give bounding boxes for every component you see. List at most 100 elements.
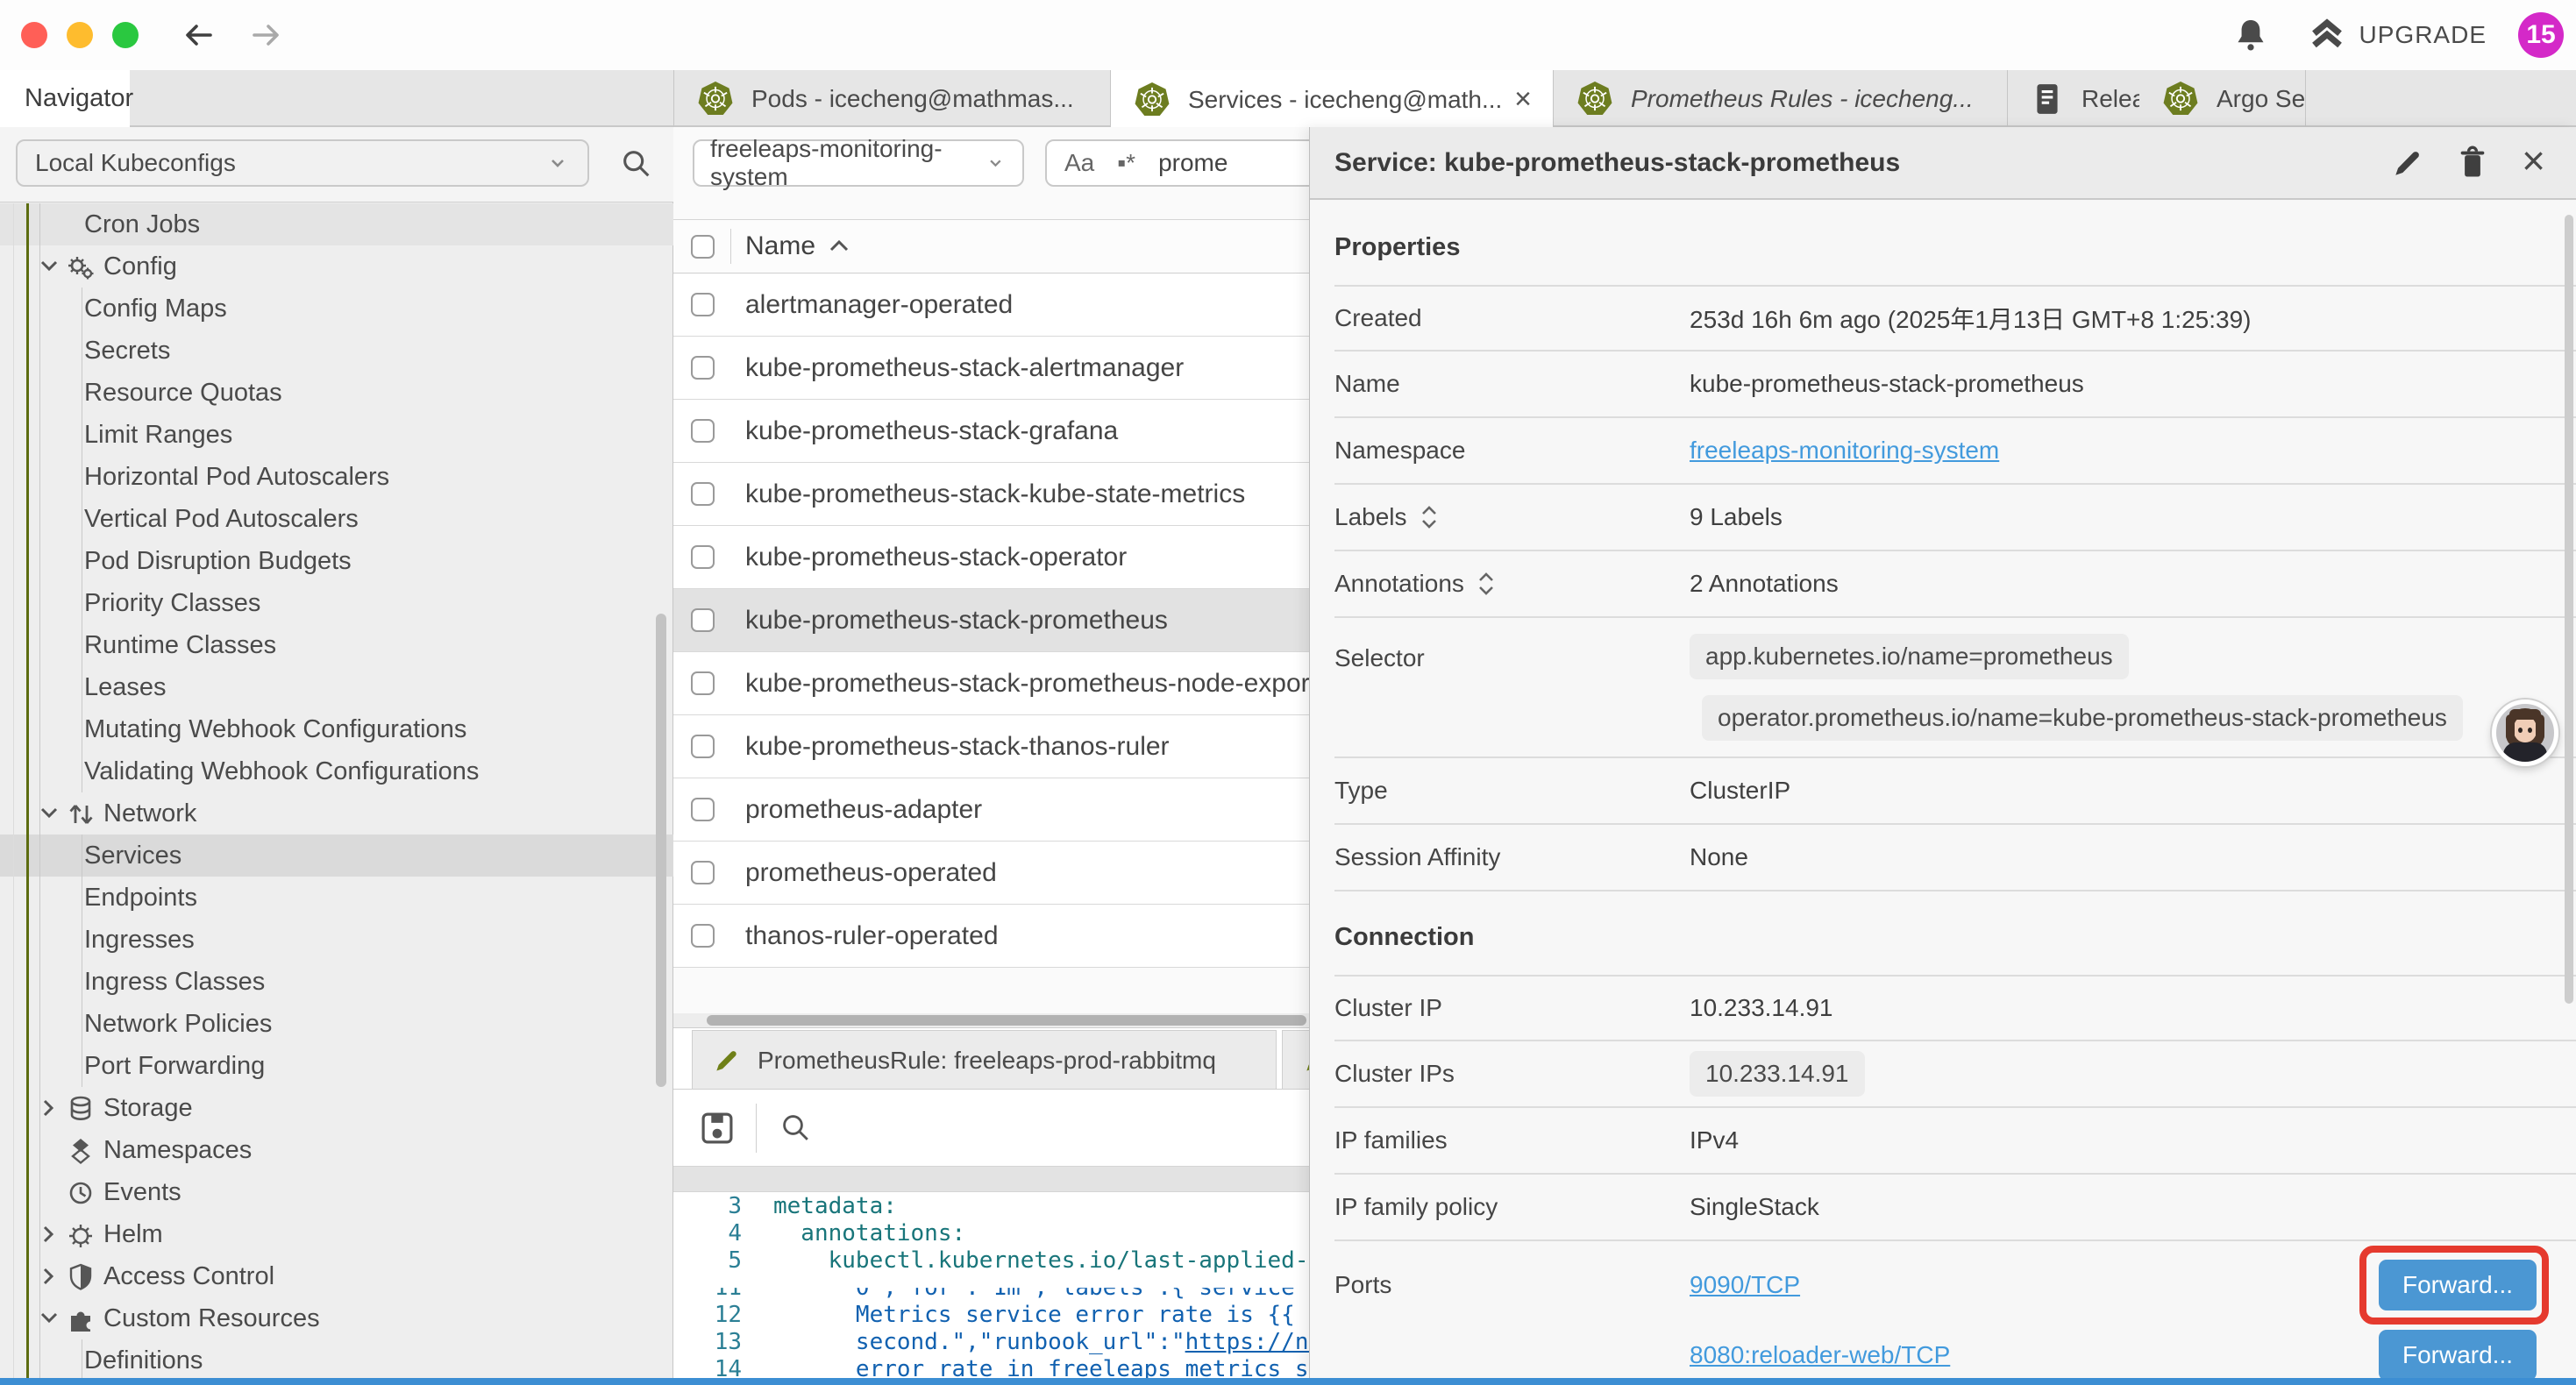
close-window-button[interactable]: [21, 22, 47, 48]
row-checkbox[interactable]: [691, 482, 715, 506]
sidebar-tree-item[interactable]: Storage: [0, 1087, 673, 1129]
resource-search-input[interactable]: Aa ▪* prome: [1045, 139, 1309, 187]
save-icon[interactable]: [698, 1109, 737, 1147]
selector-chip[interactable]: operator.prometheus.io/name=kube-prometh…: [1702, 695, 2463, 741]
sidebar-tree-item[interactable]: Helm: [0, 1213, 673, 1255]
sidebar-tree-item[interactable]: Mutating Webhook Configurations: [0, 708, 673, 750]
notifications-bell-icon[interactable]: [2231, 15, 2270, 55]
horizontal-scrollbar-track[interactable]: [673, 1013, 1309, 1027]
sidebar-tree-item[interactable]: Cron Jobs: [0, 203, 673, 245]
editor-search-icon[interactable]: [778, 1110, 815, 1147]
expand-collapse-icon[interactable]: [1477, 571, 1496, 597]
sidebar-tree-item[interactable]: Ingress Classes: [0, 961, 673, 1003]
tree-chevron-icon: [40, 1096, 58, 1120]
forward-port-button[interactable]: Forward...: [2379, 1330, 2537, 1378]
sidebar-tree-item[interactable]: Runtime Classes: [0, 624, 673, 666]
row-checkbox[interactable]: [691, 419, 715, 443]
notification-count-badge[interactable]: 15: [2518, 12, 2564, 58]
match-case-toggle[interactable]: Aa: [1064, 149, 1094, 177]
table-row[interactable]: kube-prometheus-stack-prometheus-node-ex…: [673, 652, 1309, 715]
row-checkbox[interactable]: [691, 735, 715, 758]
sidebar-tree-item[interactable]: Config: [0, 245, 673, 288]
app-tab[interactable]: Release Notes: [2008, 70, 2139, 127]
sidebar-tree-item[interactable]: Ingresses: [0, 919, 673, 961]
kubeconfig-selector[interactable]: Local Kubeconfigs: [16, 139, 589, 187]
table-row[interactable]: kube-prometheus-stack-grafana: [673, 400, 1309, 463]
sidebar-tree-item[interactable]: Horizontal Pod Autoscalers: [0, 456, 673, 498]
sidebar-tree-item[interactable]: Vertical Pod Autoscalers: [0, 498, 673, 540]
sidebar-tree-item[interactable]: Priority Classes: [0, 582, 673, 624]
sidebar-search-icon[interactable]: [619, 146, 654, 181]
sidebar-tree-item[interactable]: Namespaces: [0, 1129, 673, 1171]
port-link[interactable]: 8080:reloader-web/TCP: [1690, 1341, 1950, 1369]
sidebar-scrollbar[interactable]: [656, 614, 666, 1087]
app-tab[interactable]: Services - icecheng@math... ×: [1111, 70, 1554, 129]
row-checkbox[interactable]: [691, 545, 715, 569]
app-tab[interactable]: Argo Se: [2139, 70, 2306, 127]
forward-port-button[interactable]: Forward...: [2379, 1260, 2537, 1310]
port-link[interactable]: 9090/TCP: [1690, 1271, 1800, 1299]
edit-resource-icon[interactable]: [2390, 146, 2423, 180]
sidebar-tree-item[interactable]: Definitions: [0, 1339, 673, 1381]
sidebar-tree-item[interactable]: Pod Disruption Budgets: [0, 540, 673, 582]
close-drawer-icon[interactable]: ×: [2522, 140, 2545, 181]
upgrade-button[interactable]: UPGRADE: [2309, 18, 2487, 53]
row-checkbox[interactable]: [691, 293, 715, 316]
editor-tab-label: PrometheusRule: freeleaps-prod-rabbitmq: [758, 1047, 1216, 1075]
sidebar-tree-item[interactable]: Leases: [0, 666, 673, 708]
table-row[interactable]: kube-prometheus-stack-kube-state-metrics: [673, 463, 1309, 526]
sidebar-tree-item[interactable]: Endpoints: [0, 877, 673, 919]
app-tab[interactable]: Prometheus Rules - icecheng...: [1554, 70, 2008, 127]
expand-collapse-icon[interactable]: [1420, 504, 1439, 530]
row-checkbox[interactable]: [691, 671, 715, 695]
row-checkbox[interactable]: [691, 861, 715, 884]
forward-arrow-icon[interactable]: [247, 17, 284, 53]
participant-avatar[interactable]: [2492, 700, 2558, 766]
sidebar-tree-item[interactable]: Validating Webhook Configurations: [0, 750, 673, 792]
sidebar-tree-item[interactable]: Port Forwarding: [0, 1045, 673, 1087]
back-arrow-icon[interactable]: [181, 17, 217, 53]
row-checkbox[interactable]: [691, 356, 715, 380]
table-row[interactable]: thanos-ruler-operated: [673, 905, 1309, 968]
yaml-link[interactable]: https://net: [1185, 1329, 1309, 1355]
sidebar-tree-item[interactable]: Network: [0, 792, 673, 835]
close-tab-icon[interactable]: ×: [1514, 82, 1532, 117]
yaml-editor[interactable]: 3metadata: 4 annotations: 5 kubectl.kube…: [673, 1192, 1309, 1385]
sidebar-tree-item[interactable]: Resource Quotas: [0, 372, 673, 414]
table-row[interactable]: prometheus-operated: [673, 842, 1309, 905]
editor-tab-partial[interactable]: [1282, 1030, 1309, 1090]
sidebar-tree-item[interactable]: Secrets: [0, 330, 673, 372]
sidebar-tree-item[interactable]: Services: [0, 835, 673, 877]
zoom-window-button[interactable]: [112, 22, 139, 48]
editor-tab[interactable]: PrometheusRule: freeleaps-prod-rabbitmq: [692, 1030, 1277, 1090]
sidebar-tree-item[interactable]: Limit Ranges: [0, 414, 673, 456]
table-row[interactable]: kube-prometheus-stack-operator: [673, 526, 1309, 589]
delete-resource-icon[interactable]: [2457, 146, 2488, 181]
regex-toggle[interactable]: ▪*: [1117, 149, 1135, 177]
minimize-window-button[interactable]: [67, 22, 93, 48]
detail-title: Service: kube-prometheus-stack-prometheu…: [1334, 148, 1900, 178]
app-tab[interactable]: Pods - icecheng@mathmas...: [674, 70, 1111, 127]
sidebar-tree-item[interactable]: Access Control: [0, 1255, 673, 1297]
namespace-link[interactable]: freeleaps-monitoring-system: [1690, 437, 1999, 465]
sidebar-tree-item[interactable]: Network Policies: [0, 1003, 673, 1045]
table-row[interactable]: kube-prometheus-stack-prometheus: [673, 589, 1309, 652]
sidebar-tree-item[interactable]: Events: [0, 1171, 673, 1213]
select-all-checkbox[interactable]: [691, 235, 715, 259]
row-checkbox[interactable]: [691, 924, 715, 948]
sidebar-tree-item[interactable]: Custom Resources: [0, 1297, 673, 1339]
table-row[interactable]: kube-prometheus-stack-alertmanager: [673, 337, 1309, 400]
cluster-ip-chip[interactable]: 10.233.14.91: [1690, 1051, 1865, 1097]
table-row[interactable]: alertmanager-operated: [673, 273, 1309, 337]
selector-chip[interactable]: app.kubernetes.io/name=prometheus: [1690, 634, 2129, 679]
horizontal-scrollbar-thumb[interactable]: [707, 1015, 1306, 1026]
name-column-header[interactable]: Name: [745, 231, 850, 261]
namespace-selector[interactable]: freeleaps-monitoring-system: [693, 139, 1024, 187]
row-checkbox[interactable]: [691, 798, 715, 821]
table-row[interactable]: prometheus-adapter: [673, 778, 1309, 842]
sidebar-tree-item[interactable]: Config Maps: [0, 288, 673, 330]
navigator-panel-tab[interactable]: Navigator: [0, 70, 130, 127]
table-row[interactable]: kube-prometheus-stack-thanos-ruler: [673, 715, 1309, 778]
row-checkbox[interactable]: [691, 608, 715, 632]
detail-scrollbar[interactable]: [2565, 215, 2573, 1004]
